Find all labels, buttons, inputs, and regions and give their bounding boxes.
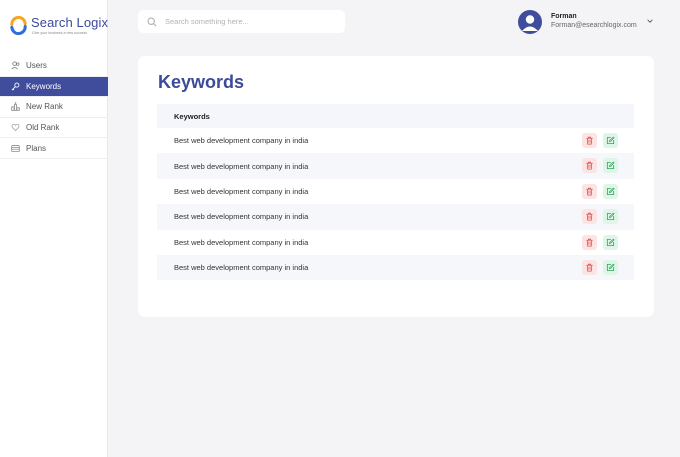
heart-icon <box>11 123 20 132</box>
search-bar[interactable] <box>138 10 345 33</box>
sidebar-nav: Users Keywords New Rank Old Rank Plans <box>0 56 108 159</box>
logo-mark-icon <box>10 16 27 35</box>
table-row: Best web development company in india <box>157 204 634 230</box>
delete-button[interactable] <box>582 158 597 174</box>
edit-icon <box>606 187 615 195</box>
trash-icon <box>586 162 593 170</box>
delete-button[interactable] <box>582 234 597 250</box>
sidebar-item-label: Users <box>26 61 47 71</box>
user-avatar-icon <box>522 15 538 31</box>
delete-button[interactable] <box>582 183 597 199</box>
search-input[interactable] <box>165 17 335 26</box>
column-header-keywords: Keywords <box>174 111 210 121</box>
search-icon <box>147 16 157 27</box>
sidebar-item-label: New Rank <box>26 102 63 112</box>
keywords-card: Keywords Keywords Best web development c… <box>138 56 654 317</box>
sidebar-item-label: Keywords <box>26 81 62 91</box>
table-row: Best web development company in india <box>157 179 634 204</box>
edit-icon <box>606 212 615 221</box>
trash-icon <box>586 238 593 247</box>
keyword-cell: Best web development company in india <box>174 212 309 222</box>
sidebar-item-plans[interactable]: Plans <box>0 138 108 159</box>
user-menu[interactable]: Forman Forman@esearchlogix.com <box>518 10 658 34</box>
keyword-cell: Best web development company in india <box>174 263 309 273</box>
edit-button[interactable] <box>603 259 618 275</box>
keywords-table: Keywords Best web development company in… <box>157 104 634 281</box>
table-row: Best web development company in india <box>157 254 634 281</box>
sidebar-item-label: Old Rank <box>26 123 60 133</box>
trash-icon <box>586 263 593 272</box>
table-row: Best web development company in india <box>157 230 634 255</box>
edit-button[interactable] <box>603 209 618 225</box>
edit-icon <box>606 136 615 145</box>
delete-button[interactable] <box>582 133 597 148</box>
delete-button[interactable] <box>582 259 597 275</box>
rank-icon <box>11 102 20 112</box>
edit-button[interactable] <box>603 183 618 199</box>
trash-icon <box>586 187 593 196</box>
edit-button[interactable] <box>603 234 618 250</box>
keyword-cell: Best web development company in india <box>174 136 309 146</box>
edit-button[interactable] <box>603 158 618 174</box>
sidebar-item-keywords[interactable]: Keywords <box>0 76 108 98</box>
table-header: Keywords <box>157 104 634 128</box>
edit-icon <box>606 161 615 170</box>
user-name: Forman <box>551 13 577 20</box>
sidebar-item-users[interactable]: Users <box>0 56 108 77</box>
keyword-cell: Best web development company in india <box>174 237 309 247</box>
users-icon <box>11 61 20 70</box>
brand-tagline: Give your business a new success <box>32 31 88 35</box>
edit-button[interactable] <box>603 133 618 148</box>
key-icon <box>11 82 20 91</box>
keyword-cell: Best web development company in india <box>174 186 309 196</box>
brand-name: Search Logix <box>31 15 109 30</box>
brand-logo[interactable]: Search Logix Give your business a new su… <box>9 13 108 39</box>
sidebar: Search Logix Give your business a new su… <box>0 0 108 457</box>
edit-icon <box>606 263 615 272</box>
sidebar-item-old-rank[interactable]: Old Rank <box>0 118 108 139</box>
delete-button[interactable] <box>582 209 597 225</box>
table-row: Best web development company in india <box>157 153 634 179</box>
avatar[interactable] <box>518 10 542 34</box>
keyword-cell: Best web development company in india <box>174 161 309 171</box>
trash-icon <box>586 136 593 145</box>
table-row: Best web development company in india <box>157 128 634 153</box>
chevron-down-icon[interactable] <box>646 17 654 25</box>
trash-icon <box>586 212 593 221</box>
sidebar-item-label: Plans <box>26 143 47 153</box>
card-icon <box>11 144 20 153</box>
sidebar-item-new-rank[interactable]: New Rank <box>0 97 108 118</box>
page-title: Keywords <box>158 72 245 92</box>
user-email: Forman@esearchlogix.com <box>551 22 637 29</box>
edit-icon <box>606 238 615 246</box>
